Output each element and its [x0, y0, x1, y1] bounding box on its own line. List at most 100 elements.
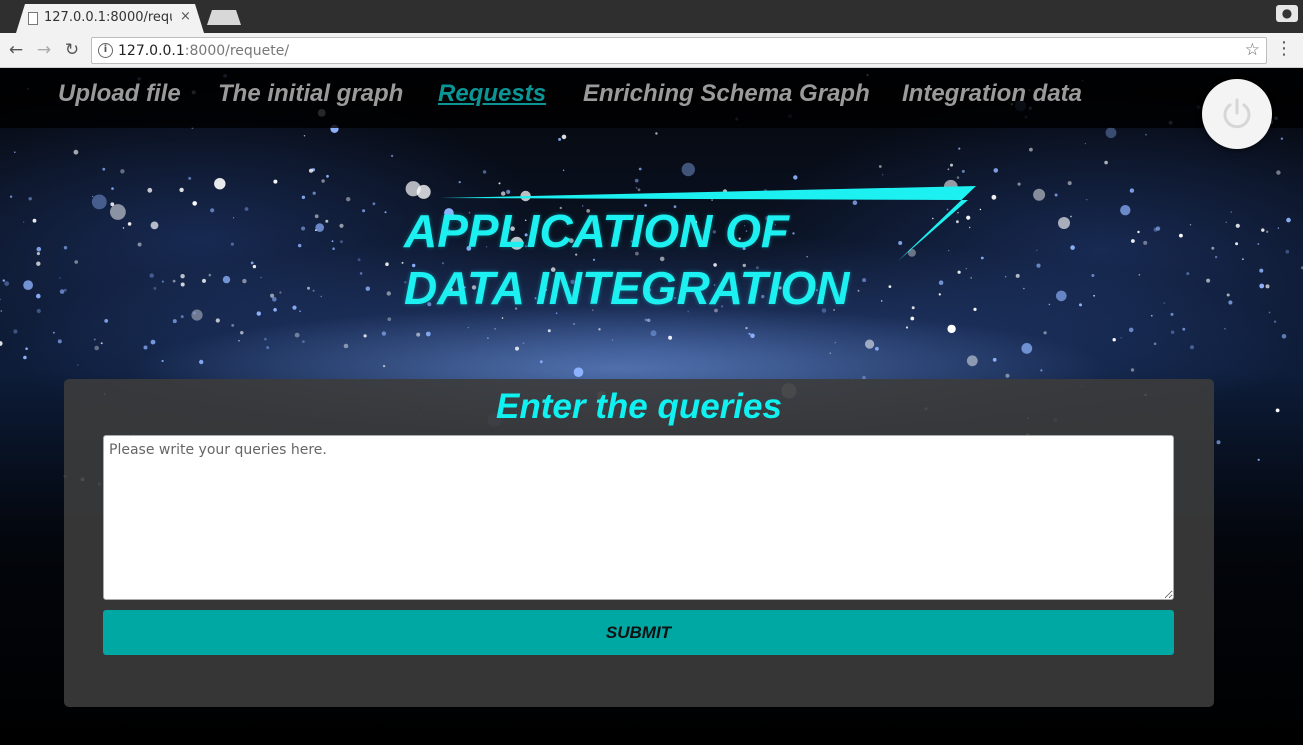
- query-textarea[interactable]: [103, 435, 1174, 600]
- sparkle-dot: [494, 328, 496, 330]
- sparkle-dot: [1280, 137, 1284, 140]
- sparkle-dot: [1151, 314, 1153, 317]
- sparkle-dot: [1228, 300, 1233, 305]
- sparkle-dot: [880, 300, 883, 302]
- sparkle-dot: [233, 217, 235, 219]
- url-text[interactable]: 127.0.0.1:8000/requete/: [118, 43, 289, 59]
- sparkle-dot: [93, 338, 96, 341]
- sparkle-dot: [1170, 330, 1175, 334]
- sparkle-dot: [137, 242, 142, 247]
- sparkle-dot: [326, 174, 329, 178]
- sparkle-dot: [878, 165, 882, 168]
- sparkle-dot: [1170, 312, 1174, 316]
- sparkle-dot: [1235, 242, 1239, 246]
- sparkle-dot: [222, 275, 231, 284]
- sparkle-dot: [92, 195, 94, 198]
- sparkle-dot: [208, 273, 212, 277]
- browser-tab[interactable]: 127.0.0.1:8000/reque ×: [16, 4, 204, 33]
- sparkle-dot: [100, 342, 103, 345]
- sparkle-dot: [1033, 188, 1046, 201]
- power-button[interactable]: [1202, 79, 1272, 149]
- url-path: :8000/requete/: [184, 43, 290, 59]
- sparkle-dot: [598, 328, 601, 331]
- sparkle-dot: [911, 306, 915, 310]
- sparkle-dot: [346, 197, 351, 202]
- submit-button[interactable]: SUBMIT: [103, 610, 1174, 655]
- sparkle-dot: [315, 223, 325, 232]
- sparkle-dot: [240, 331, 244, 335]
- nav-integration-data[interactable]: Integration data: [902, 80, 1082, 108]
- sparkle-dot: [829, 352, 832, 355]
- sparkle-dot: [888, 285, 892, 288]
- sparkle-dot: [1005, 373, 1010, 378]
- sparkle-dot: [294, 332, 300, 338]
- sparkle-dot: [256, 311, 261, 316]
- sparkle-dot: [745, 326, 748, 330]
- forward-icon[interactable]: →: [32, 38, 56, 62]
- sparkle-dot: [1281, 334, 1287, 339]
- sparkle-dot: [522, 342, 525, 345]
- sparkle-dot: [1004, 275, 1007, 278]
- sparkle-dot: [1129, 188, 1135, 193]
- new-tab-button[interactable]: [207, 10, 241, 25]
- sparkle-dot: [73, 149, 79, 155]
- sparkle-dot: [244, 207, 249, 211]
- sparkle-dot: [515, 346, 519, 351]
- sparkle-dot: [857, 289, 860, 292]
- sparkle-dot: [390, 154, 394, 158]
- sparkle-dot: [279, 291, 282, 294]
- sparkle-dot: [1277, 227, 1280, 229]
- nav-upload-file[interactable]: Upload file: [58, 80, 181, 108]
- sparkle-dot: [947, 324, 956, 334]
- sparkle-dot: [573, 323, 575, 325]
- sparkle-dot: [1189, 224, 1192, 226]
- sparkle-dot: [179, 187, 184, 193]
- sparkle-dot: [1021, 343, 1033, 354]
- sparkle-dot: [191, 309, 203, 321]
- browser-menu-icon[interactable]: ⋮: [1275, 39, 1293, 59]
- sparkle-dot: [1145, 133, 1147, 136]
- sparkle-dot: [1017, 182, 1021, 186]
- reload-icon[interactable]: ↻: [60, 38, 84, 62]
- sparkle-dot: [307, 286, 310, 290]
- address-bar[interactable]: i 127.0.0.1:8000/requete/ ☆: [91, 37, 1267, 64]
- sparkle-dot: [260, 276, 262, 279]
- sparkle-dot: [110, 204, 126, 220]
- sparkle-dot: [332, 247, 335, 250]
- sparkle-dot: [36, 246, 42, 252]
- sparkle-dot: [970, 277, 973, 279]
- sparkle-dot: [1070, 245, 1075, 250]
- sparkle-dot: [381, 331, 387, 336]
- site-info-icon[interactable]: i: [98, 43, 113, 58]
- sparkle-dot: [104, 319, 109, 323]
- sparkle-dot: [562, 169, 565, 171]
- sparkle-dot: [1224, 328, 1226, 330]
- sparkle-dot: [1259, 283, 1265, 289]
- nav-initial-graph[interactable]: The initial graph: [218, 80, 403, 108]
- sparkle-dot: [180, 315, 184, 319]
- sparkle-dot: [1093, 295, 1095, 297]
- sparkle-dot: [32, 218, 37, 223]
- sparkle-dot: [63, 246, 68, 250]
- sparkle-dot: [193, 312, 196, 315]
- bookmark-star-icon[interactable]: ☆: [1245, 40, 1260, 60]
- sparkle-dot: [180, 282, 185, 287]
- sparkle-dot: [793, 175, 798, 180]
- sparkle-dot: [273, 308, 277, 312]
- back-icon[interactable]: ←: [4, 38, 28, 62]
- sparkle-dot: [1268, 311, 1271, 314]
- sparkle-dot: [53, 331, 55, 334]
- sparkle-dot: [230, 242, 234, 246]
- sparkle-dot: [238, 340, 240, 342]
- sparkle-dot: [1138, 274, 1141, 276]
- sparkle-dot: [647, 318, 651, 322]
- nav-requests[interactable]: Requests: [438, 80, 546, 108]
- sparkle-dot: [991, 194, 997, 200]
- profile-icon[interactable]: ●: [1276, 5, 1298, 22]
- sparkle-dot: [120, 169, 125, 174]
- nav-enriching-schema-graph[interactable]: Enriching Schema Graph: [583, 80, 870, 108]
- tab-close-icon[interactable]: ×: [180, 9, 191, 24]
- sparkle-dot: [25, 347, 28, 351]
- sparkle-dot: [308, 168, 314, 173]
- sparkle-dot: [558, 137, 562, 141]
